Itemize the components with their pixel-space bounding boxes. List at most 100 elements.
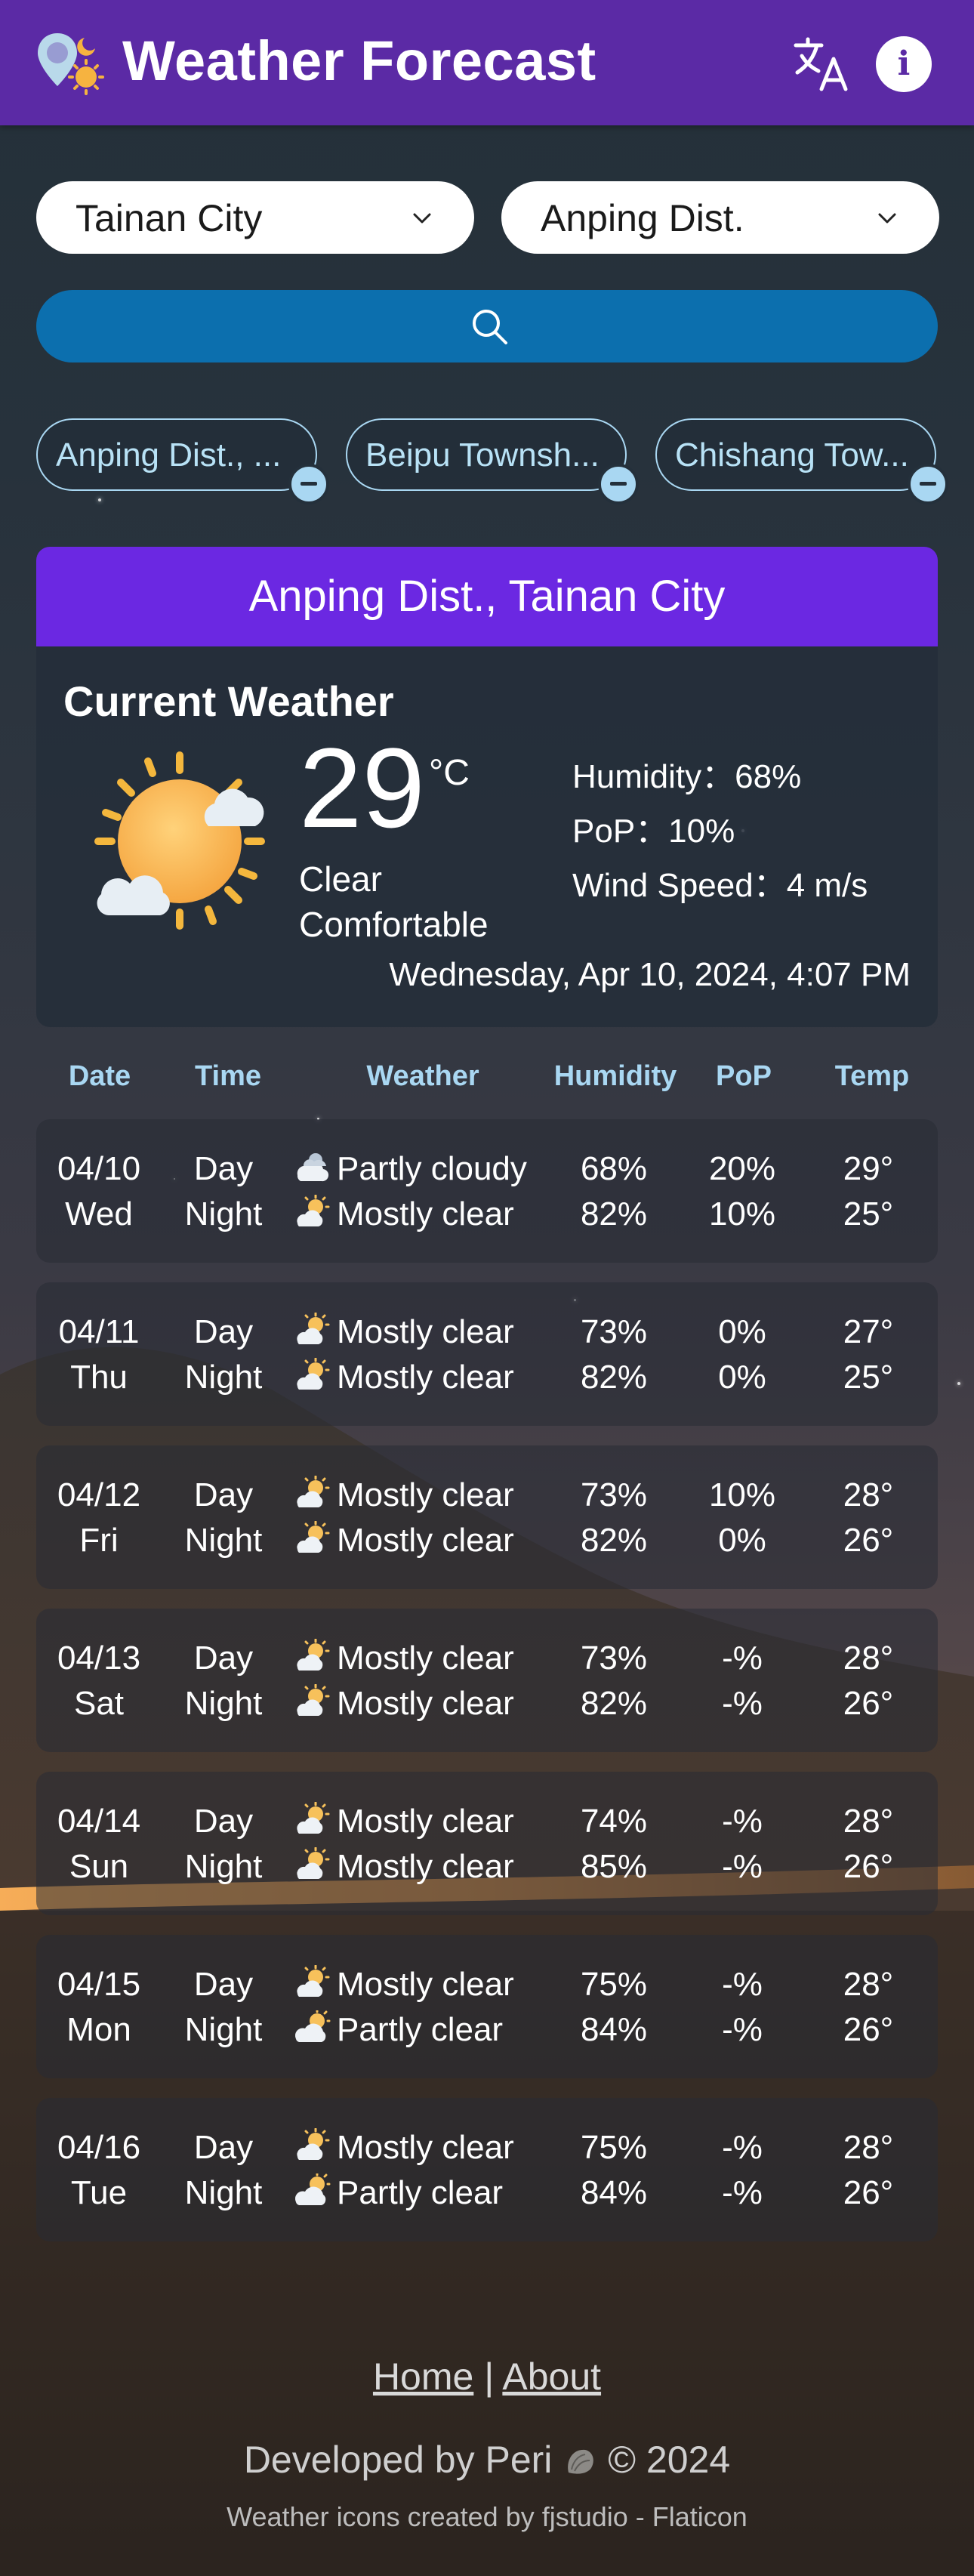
humidity-night: 82%	[580, 1359, 648, 1396]
forecast-time: Day Night	[171, 1962, 276, 2053]
current-weather-heading: Current Weather	[63, 677, 394, 725]
saved-location-label: Beipu Townsh...	[365, 437, 600, 474]
humidity-night: 84%	[580, 2011, 648, 2048]
temperature-unit: °C	[429, 753, 470, 793]
city-select-value: Tainan City	[76, 197, 263, 239]
pop-night: 0%	[718, 1522, 766, 1559]
humidity-day: 75%	[580, 1966, 648, 2003]
search-button[interactable]	[36, 290, 938, 362]
time-night: Night	[184, 1522, 263, 1559]
remove-location-icon[interactable]	[908, 464, 948, 504]
forecast-date: 04/11 Thu	[42, 1310, 156, 1400]
search-icon	[473, 310, 507, 344]
time-day: Day	[193, 1476, 254, 1513]
forecast-row: 04/11 Thu Day Night Mostly clear Mostly …	[36, 1282, 938, 1426]
forecast-row: 04/13 Sat Day Night Mostly clear Mostly …	[36, 1609, 938, 1752]
city-select[interactable]: Tainan City	[36, 181, 474, 254]
forecast-time: Day Night	[171, 1473, 276, 1563]
current-temperature: 29	[299, 724, 425, 851]
time-day: Day	[193, 2129, 254, 2166]
saved-location-label: Anping Dist., ...	[56, 437, 282, 474]
forecast-temp: 28° 26°	[823, 1473, 914, 1563]
forecast-row: 04/15 Mon Day Night Mostly clear Partly …	[36, 1935, 938, 2078]
mostly-clear-icon	[293, 1312, 331, 1346]
temp-day: 28°	[843, 1966, 894, 2003]
time-night: Night	[184, 1685, 263, 1722]
weather-night: Partly clear	[337, 2174, 504, 2211]
weather-day: Mostly clear	[337, 1966, 514, 2003]
pop-night: -%	[722, 1848, 763, 1885]
humidity-night: 82%	[580, 1685, 648, 1722]
column-header-weather: Weather	[366, 1060, 479, 1092]
pop-day: -%	[722, 2129, 763, 2166]
weekday-text: Sat	[73, 1685, 125, 1722]
mostly-clear-icon	[293, 1475, 331, 1509]
humidity-day: 73%	[580, 1313, 648, 1350]
pop-day: -%	[722, 1803, 763, 1840]
column-header-temp: Temp	[834, 1060, 910, 1092]
district-select[interactable]: Anping Dist.	[501, 181, 939, 254]
humidity-night: 82%	[580, 1195, 648, 1232]
link-separator: |	[484, 2355, 495, 2398]
saved-location-chip[interactable]: Anping Dist., ...	[36, 418, 329, 504]
humidity-night: 84%	[580, 2174, 648, 2211]
partly-cloudy-icon	[293, 1149, 331, 1183]
temp-night: 26°	[843, 1848, 894, 1885]
forecast-humidity: 74% 85%	[565, 1799, 663, 1890]
forecast-weather: Mostly clear Mostly clear	[293, 1310, 610, 1400]
temp-day: 29°	[843, 1150, 894, 1187]
forecast-pop: 20% 10%	[693, 1146, 791, 1237]
forecast-humidity: 73% 82%	[565, 1636, 663, 1726]
temp-day: 28°	[843, 1640, 894, 1677]
weather-night: Mostly clear	[337, 1195, 514, 1232]
temp-night: 26°	[843, 1522, 894, 1559]
saved-location-chip[interactable]: Beipu Townsh...	[346, 418, 639, 504]
time-night: Night	[184, 2174, 263, 2211]
date-text: 04/11	[58, 1313, 140, 1350]
icon-credit: Weather icons created by fjstudio - Flat…	[227, 2501, 747, 2532]
weather-night: Mostly clear	[337, 1848, 514, 1885]
forecast-row: 04/16 Tue Day Night Mostly clear Partly …	[36, 2098, 938, 2241]
mostly-clear-icon	[293, 1194, 331, 1228]
weekday-text: Wed	[65, 1195, 133, 1232]
info-button[interactable]: i	[876, 36, 932, 92]
humidity-night: 82%	[580, 1522, 648, 1559]
about-link[interactable]: About	[502, 2355, 601, 2398]
mostly-clear-icon	[293, 1801, 331, 1835]
footer-links: Home | About	[0, 2355, 974, 2399]
weekday-text: Thu	[70, 1359, 128, 1396]
column-header-humidity: Humidity	[553, 1060, 677, 1092]
forecast-time: Day Night	[171, 2125, 276, 2216]
location-title: Anping Dist., Tainan City	[36, 547, 938, 646]
weather-night: Partly clear	[337, 2011, 504, 2048]
temp-night: 26°	[843, 2174, 894, 2211]
partly-clear-icon	[293, 2172, 331, 2207]
pop-night: -%	[722, 2174, 763, 2211]
translate-icon[interactable]	[791, 33, 852, 94]
mostly-clear-icon	[293, 2127, 331, 2161]
remove-location-icon[interactable]	[598, 464, 639, 504]
temp-day: 28°	[843, 1476, 894, 1513]
temp-day: 27°	[843, 1313, 894, 1350]
current-pop: PoP：10%	[572, 813, 735, 850]
forecast-date: 04/10 Wed	[42, 1146, 156, 1237]
remove-location-icon[interactable]	[288, 464, 329, 504]
copyright-text: © 2024	[608, 2439, 731, 2481]
forecast-weather: Mostly clear Mostly clear	[293, 1473, 610, 1563]
saved-location-chip[interactable]: Chishang Tow...	[655, 418, 948, 504]
pop-day: 0%	[718, 1313, 766, 1350]
weather-day: Mostly clear	[337, 1803, 514, 1840]
saved-location-label: Chishang Tow...	[675, 437, 909, 474]
column-header-date: Date	[68, 1060, 131, 1092]
developer-credit: Developed by Peri © 2024	[0, 2438, 974, 2482]
forecast-temp: 28° 26°	[823, 1962, 914, 2053]
mostly-clear-icon	[293, 1846, 331, 1880]
shell-icon	[568, 2449, 594, 2474]
condition-text: Clear	[299, 859, 382, 899]
weather-day: Mostly clear	[337, 1476, 514, 1513]
forecast-weather: Partly cloudy Mostly clear	[293, 1146, 610, 1237]
mostly-clear-icon	[293, 1964, 331, 1998]
home-link[interactable]: Home	[373, 2355, 473, 2398]
forecast-weather: Mostly clear Mostly clear	[293, 1636, 610, 1726]
forecast-time: Day Night	[171, 1799, 276, 1890]
